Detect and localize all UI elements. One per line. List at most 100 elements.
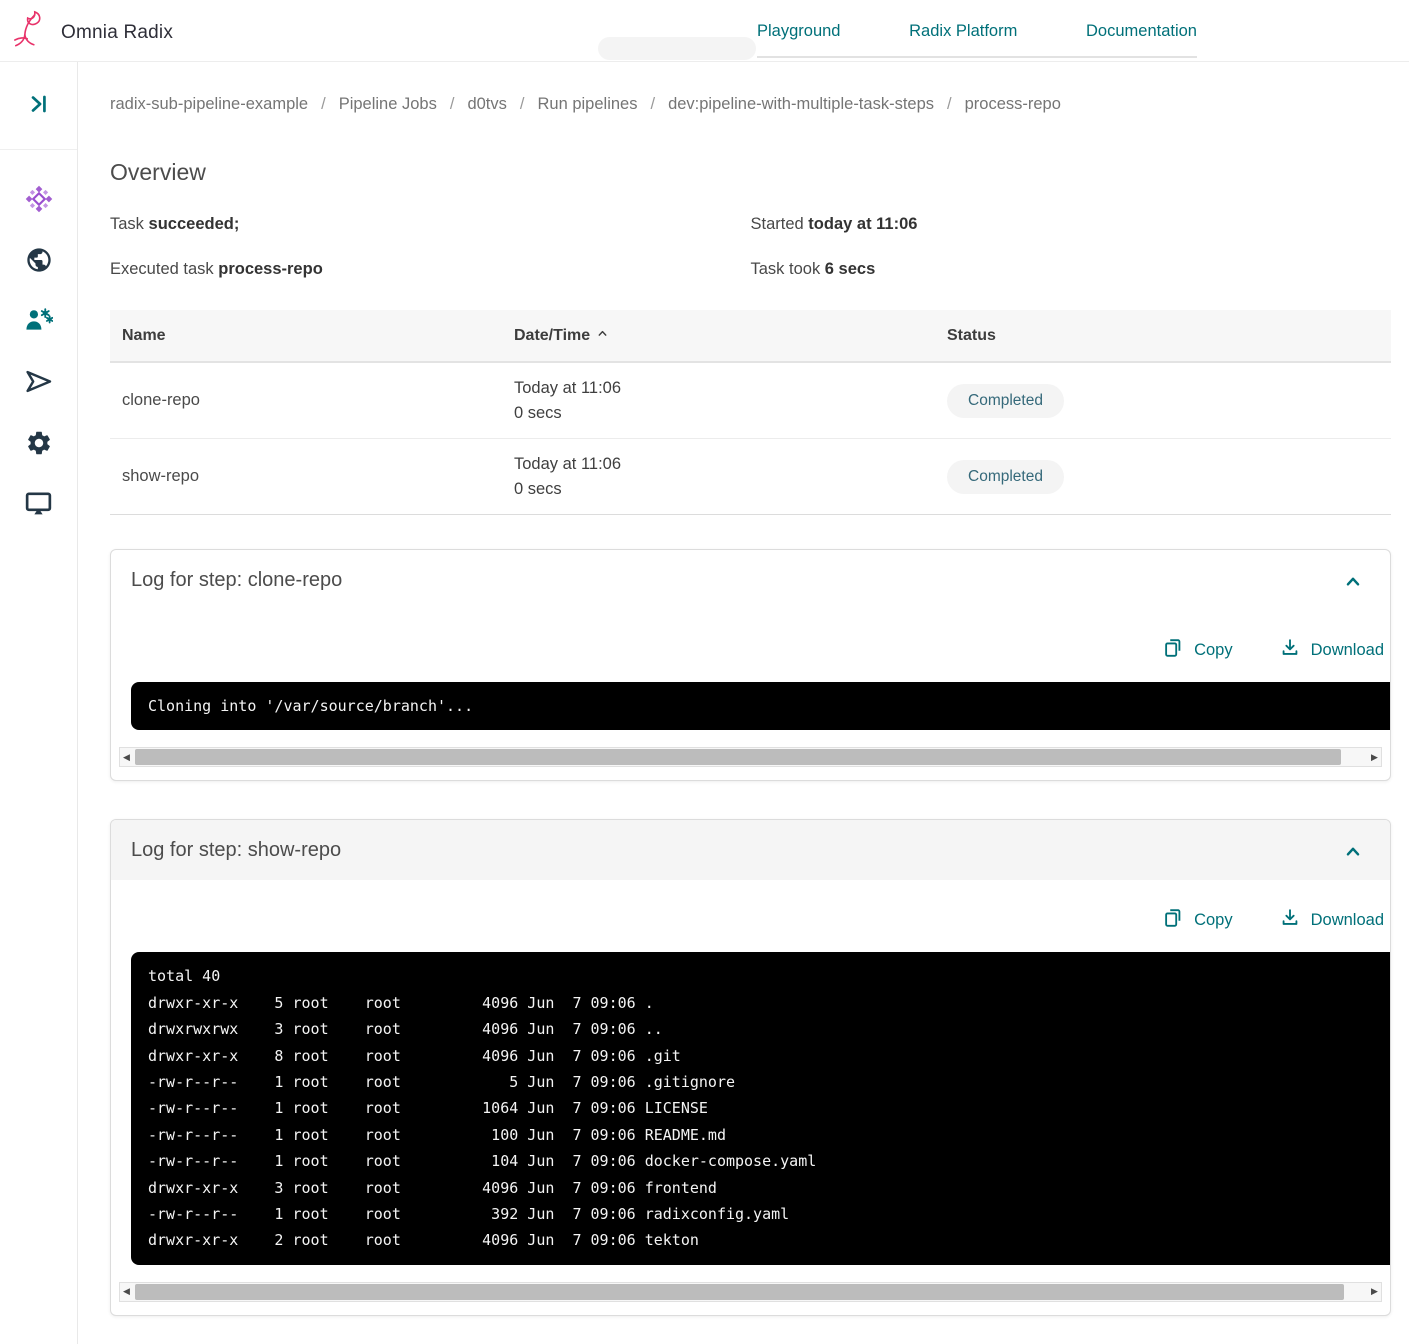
sidebar-item-pipelines[interactable]: [25, 370, 53, 398]
status-badge: Completed: [947, 383, 1064, 418]
table-row: clone-repo Today at 11:06 0 secs Complet…: [110, 363, 1391, 439]
started-label: Started: [750, 215, 804, 233]
download-icon: [1279, 637, 1301, 664]
overview-info: Task succeeded; Started today at 11:06 E…: [110, 215, 1391, 279]
globe-icon: [25, 246, 53, 279]
executed-task-value: process-repo: [218, 260, 323, 278]
table-row: show-repo Today at 11:06 0 secs Complete…: [110, 439, 1391, 515]
brand[interactable]: Omnia Radix: [12, 8, 173, 57]
scroll-right-arrow[interactable]: ▶: [1368, 1283, 1381, 1301]
breadcrumb-separator: /: [449, 95, 455, 113]
breadcrumb-current-task: process-repo: [964, 95, 1061, 113]
breadcrumb-separator: /: [650, 95, 656, 113]
user-settings-icon: [24, 306, 54, 340]
top-nav: Playground Radix Platform Documentation: [757, 0, 1197, 62]
executed-task-line: Executed task process-repo: [110, 260, 751, 279]
horizontal-scrollbar: ◀ ▶: [119, 1281, 1382, 1302]
log-card-title: Log for step: show-repo: [131, 839, 342, 862]
copy-label: Copy: [1194, 641, 1233, 659]
sidebar-icon-nav: [0, 185, 77, 520]
steps-table: Name Date/Time Status clone-repo Today a…: [110, 310, 1391, 515]
duration-value: 6 secs: [824, 260, 876, 278]
step-datetime: Today at 11:06 0 secs: [502, 376, 935, 426]
page: Omnia Radix Playground Radix Platform Do…: [0, 0, 1409, 1344]
nav-link-playground[interactable]: Playground: [757, 22, 840, 41]
horizontal-scrollbar: ◀ ▶: [119, 747, 1382, 768]
download-label: Download: [1310, 641, 1384, 659]
copy-icon: [1162, 637, 1184, 664]
sidebar-expand-button[interactable]: [0, 62, 77, 150]
app-mosaic-icon: [25, 185, 53, 218]
duration-label: Task took: [750, 260, 821, 278]
send-icon: [24, 367, 53, 401]
status-badge: Completed: [947, 459, 1064, 494]
sidebar-item-settings[interactable]: [25, 431, 53, 459]
scroll-left-arrow[interactable]: ◀: [120, 1283, 133, 1301]
sidebar: [0, 62, 78, 1344]
breadcrumb-separator: /: [947, 95, 952, 113]
terminal-output: total 40 drwxr-xr-x 5 root root 4096 Jun…: [131, 952, 1390, 1265]
app-header: Omnia Radix Playground Radix Platform Do…: [0, 0, 1409, 62]
breadcrumb-app[interactable]: radix-sub-pipeline-example: [110, 95, 308, 114]
step-status-cell: Completed: [935, 383, 1391, 418]
log-actions: Copy Download: [111, 907, 1390, 934]
breadcrumb: radix-sub-pipeline-example / Pipeline Jo…: [110, 95, 1391, 114]
step-date: Today at 11:06: [514, 454, 622, 473]
step-date: Today at 11:06: [514, 378, 622, 397]
step-status-cell: Completed: [935, 459, 1391, 494]
steps-table-header: Name Date/Time Status: [110, 310, 1391, 363]
column-header-name: Name: [122, 326, 166, 344]
gear-icon: [25, 429, 53, 462]
chevron-up-icon: [1342, 847, 1364, 866]
download-label: Download: [1310, 911, 1384, 930]
log-card-header: Log for step: clone-repo: [111, 550, 1390, 610]
log-card-show-repo: Log for step: show-repo Copy Download to…: [110, 819, 1391, 1316]
duration-line: Task took 6 secs: [751, 260, 1392, 279]
column-header-status: Status: [947, 326, 996, 344]
breadcrumb-job-id[interactable]: d0tvs: [467, 95, 506, 114]
scrollbar-thumb[interactable]: [135, 749, 1341, 766]
step-duration: 0 secs: [514, 403, 562, 422]
nav-link-documentation[interactable]: Documentation: [1086, 22, 1197, 41]
log-actions: Copy Download: [111, 637, 1390, 664]
copy-button[interactable]: Copy: [1162, 907, 1233, 934]
scroll-left-arrow[interactable]: ◀: [120, 748, 133, 766]
scroll-right-arrow[interactable]: ▶: [1368, 748, 1381, 766]
nav-underline: [757, 56, 1197, 58]
collapse-button[interactable]: [1338, 567, 1368, 600]
download-button[interactable]: Download: [1279, 637, 1384, 664]
panel-expand-icon: [26, 91, 52, 120]
nav-scroll-thumb: [598, 37, 756, 60]
sort-ascending-icon: [596, 327, 609, 345]
overview-title: Overview: [110, 159, 206, 185]
sidebar-item-access[interactable]: [24, 306, 54, 340]
step-datetime: Today at 11:06 0 secs: [502, 452, 935, 502]
breadcrumb-pipeline-jobs[interactable]: Pipeline Jobs: [339, 95, 437, 114]
started-line: Started today at 11:06: [751, 215, 1392, 234]
log-card-title: Log for step: clone-repo: [131, 569, 343, 591]
breadcrumb-pipeline-name[interactable]: dev:pipeline-with-multiple-task-steps: [668, 95, 934, 114]
collapse-button[interactable]: [1338, 837, 1368, 870]
chevron-up-icon: [1342, 577, 1364, 596]
step-name: show-repo: [122, 467, 200, 485]
sidebar-item-environments[interactable]: [25, 246, 53, 279]
sidebar-item-app[interactable]: [25, 185, 53, 218]
main-content: radix-sub-pipeline-example / Pipeline Jo…: [79, 62, 1409, 1344]
started-value: today at 11:06: [808, 215, 918, 233]
copy-button[interactable]: Copy: [1162, 637, 1233, 664]
column-header-datetime[interactable]: Date/Time: [502, 327, 935, 345]
nav-link-radix-platform[interactable]: Radix Platform: [909, 22, 1017, 41]
copy-icon: [1162, 907, 1184, 934]
download-button[interactable]: Download: [1279, 907, 1384, 934]
executed-task-label: Executed task: [110, 260, 214, 278]
task-status-line: Task succeeded;: [110, 215, 751, 234]
sidebar-item-console[interactable]: [25, 492, 53, 520]
monitor-icon: [24, 489, 53, 523]
breadcrumb-run-pipelines[interactable]: Run pipelines: [537, 95, 637, 114]
step-duration: 0 secs: [514, 479, 562, 498]
scrollbar-thumb[interactable]: [135, 1283, 1344, 1300]
task-status-label: Task: [110, 215, 144, 233]
copy-label: Copy: [1194, 911, 1233, 930]
brand-name: Omnia Radix: [61, 21, 174, 43]
download-icon: [1279, 907, 1301, 934]
